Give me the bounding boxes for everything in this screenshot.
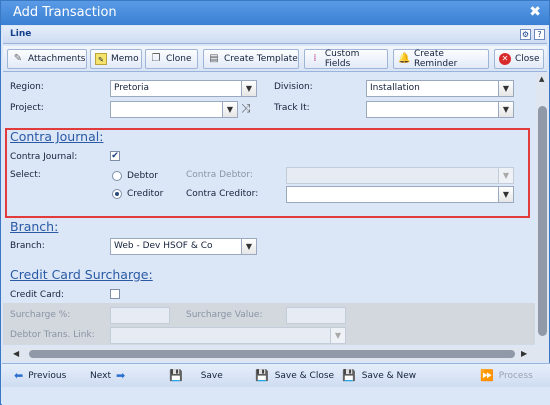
horizontal-scrollbar[interactable]: ◀ ▶ xyxy=(3,347,549,361)
branch-value: Web - Dev HSOF & Co xyxy=(114,241,213,251)
chevron-down-icon[interactable]: ▼ xyxy=(222,102,237,117)
paperclip-icon: ✎ xyxy=(13,53,23,64)
horizontal-scroll-thumb[interactable] xyxy=(29,350,515,358)
scroll-right-icon[interactable]: ▶ xyxy=(521,349,527,358)
settings-icon[interactable]: ⚙ xyxy=(520,29,531,40)
save-button[interactable]: 💾 Save xyxy=(169,369,223,382)
help-icon[interactable]: ? xyxy=(534,29,545,40)
division-label: Division: xyxy=(274,82,313,92)
region-label: Region: xyxy=(10,82,44,92)
project-label: Project: xyxy=(10,103,44,113)
line-label: Line xyxy=(10,29,32,39)
next-label: Next xyxy=(90,370,111,381)
credit-card-label: Credit Card: xyxy=(10,290,65,300)
save-new-button[interactable]: 💾 Save & New xyxy=(342,369,416,382)
bell-icon: 🔔 xyxy=(398,53,411,64)
previous-label: Previous xyxy=(28,370,67,381)
save-close-label: Save & Close xyxy=(274,370,335,381)
arrow-right-icon: ➡ xyxy=(115,369,126,382)
shuffle-icon[interactable]: ⤨ xyxy=(241,101,251,116)
title-bar: Add Transaction ✖ xyxy=(1,1,549,25)
close-icon: ✕ xyxy=(499,53,511,65)
custom-fields-label: Custom Fields xyxy=(324,49,360,69)
division-select[interactable]: Installation ▼ xyxy=(366,80,514,97)
vertical-scrollbar[interactable]: ▲ xyxy=(536,73,549,345)
surcharge-pct-label: Surcharge %: xyxy=(10,310,71,320)
contra-journal-highlight xyxy=(5,128,530,218)
save-label: Save xyxy=(200,370,223,381)
vertical-scroll-thumb[interactable] xyxy=(538,106,547,336)
attachments-button[interactable]: ✎ Attachments xyxy=(7,49,87,69)
footer-strip xyxy=(2,387,550,405)
trackit-label: Track It: xyxy=(274,103,310,113)
memo-label: Memo xyxy=(111,54,139,64)
branch-heading: Branch: xyxy=(10,219,59,234)
toolbar: ✎ Attachments ✎ Memo ❐ Clone ▤ Create Te… xyxy=(3,46,547,72)
arrow-left-icon: ⬅ xyxy=(14,369,24,382)
credit-card-surcharge-heading: Credit Card Surcharge: xyxy=(10,267,153,282)
surcharge-value-input[interactable] xyxy=(286,307,346,324)
create-reminder-button[interactable]: 🔔 Create Reminder xyxy=(393,49,489,69)
credit-card-checkbox[interactable] xyxy=(110,289,120,299)
previous-button[interactable]: ⬅ Previous xyxy=(14,369,66,382)
line-panel-header: Line ⚙ ? xyxy=(3,26,547,44)
window-title: Add Transaction xyxy=(13,5,117,20)
floppy-disk-icon: 💾 xyxy=(169,369,183,382)
scroll-up-icon[interactable]: ▲ xyxy=(539,75,544,83)
floppy-disk-icon: 💾 xyxy=(342,369,356,382)
fast-forward-icon: ⏩ xyxy=(480,369,494,382)
branch-label: Branch: xyxy=(10,241,45,251)
add-transaction-window: Add Transaction ✖ Line ⚙ ? ✎ Attachments… xyxy=(0,0,550,405)
process-button[interactable]: ⏩ Process xyxy=(480,369,533,382)
chevron-down-icon[interactable]: ▼ xyxy=(241,81,256,96)
process-label: Process xyxy=(498,370,533,381)
floppy-disk-icon: 💾 xyxy=(255,369,269,382)
region-value: Pretoria xyxy=(114,83,150,93)
custom-fields-icon: ⁞ xyxy=(313,53,317,64)
clone-label: Clone xyxy=(166,54,192,64)
division-value: Installation xyxy=(370,83,420,93)
project-select[interactable]: ▼ xyxy=(110,101,238,118)
create-reminder-label: Create Reminder xyxy=(414,49,458,69)
bottom-action-bar: ⬅ Previous Next ➡ 💾 Save 💾 Save & Close … xyxy=(2,363,550,387)
create-template-label: Create Template xyxy=(224,54,298,64)
branch-select[interactable]: Web - Dev HSOF & Co ▼ xyxy=(110,238,257,255)
surcharge-value-label: Surcharge Value: xyxy=(186,310,263,320)
region-select[interactable]: Pretoria ▼ xyxy=(110,80,257,97)
clone-button[interactable]: ❐ Clone xyxy=(145,49,198,69)
create-template-button[interactable]: ▤ Create Template xyxy=(203,49,299,69)
close-label: Close xyxy=(515,54,540,64)
memo-button[interactable]: ✎ Memo xyxy=(90,49,142,69)
trackit-select[interactable]: ▼ xyxy=(366,101,514,118)
chevron-down-icon[interactable]: ▼ xyxy=(498,81,513,96)
close-button[interactable]: ✕ Close xyxy=(494,49,544,69)
scroll-left-icon[interactable]: ◀ xyxy=(13,349,19,358)
close-window-icon[interactable]: ✖ xyxy=(529,4,541,20)
disabled-surcharge-area: Surcharge %: Surcharge Value: Debtor Tra… xyxy=(3,303,535,345)
chevron-down-icon[interactable]: ▼ xyxy=(330,328,345,343)
chevron-down-icon[interactable]: ▼ xyxy=(498,102,513,117)
save-close-button[interactable]: 💾 Save & Close xyxy=(255,369,334,382)
debtor-trans-link-label: Debtor Trans. Link: xyxy=(10,330,95,340)
custom-fields-button[interactable]: ⁞ Custom Fields xyxy=(304,49,388,69)
template-icon: ▤ xyxy=(209,53,219,64)
attachments-label: Attachments xyxy=(28,54,86,64)
surcharge-pct-input[interactable] xyxy=(110,307,170,324)
save-new-label: Save & New xyxy=(361,370,417,381)
clone-icon: ❐ xyxy=(151,53,161,64)
memo-icon: ✎ xyxy=(95,53,107,65)
next-button[interactable]: Next ➡ xyxy=(90,369,130,382)
debtor-trans-link-select[interactable]: ▼ xyxy=(110,327,346,344)
chevron-down-icon[interactable]: ▼ xyxy=(241,239,256,254)
